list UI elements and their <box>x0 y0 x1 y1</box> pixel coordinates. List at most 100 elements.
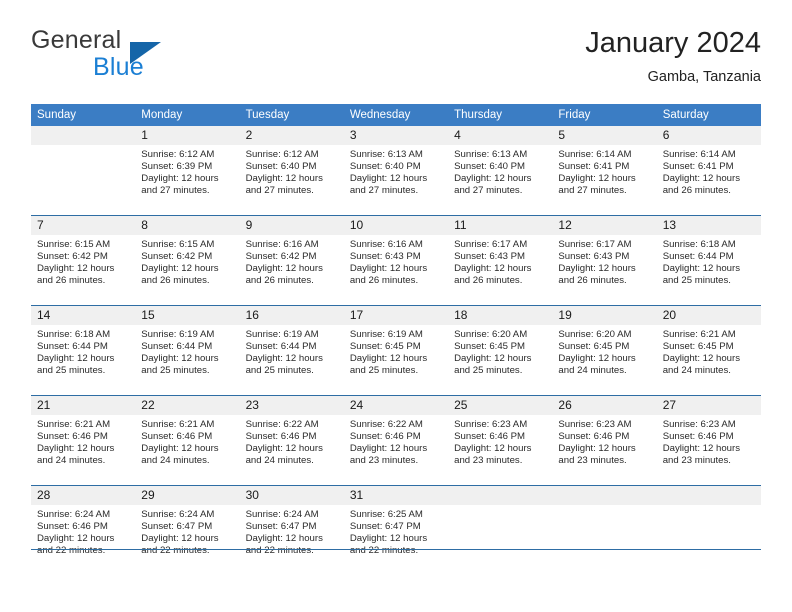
calendar-day-cell[interactable]: 8 Sunrise: 6:15 AM Sunset: 6:42 PM Daylight… <box>135 215 240 306</box>
calendar-day-cell-inner: 31 Sunrise: 6:25 AM Sunset: 6:47 PM Dayligh… <box>343 486 449 575</box>
calendar-day-number <box>448 486 553 505</box>
calendar-day-number: 4 <box>448 126 553 145</box>
calendar-day-cell-inner: 22 Sunrise: 6:21 AM Sunset: 6:46 PM Dayligh… <box>135 396 240 485</box>
calendar-day-cell[interactable]: 2 Sunrise: 6:12 AM Sunset: 6:40 PM Daylight… <box>239 126 344 216</box>
calendar-day-cell-inner: 25 Sunrise: 6:23 AM Sunset: 6:46 PM Dayligh… <box>448 396 553 485</box>
daylight-text-line1: Daylight: 12 hours <box>37 533 115 545</box>
daylight-text-line2: and 26 minutes. <box>141 275 210 287</box>
daylight-text-line1: Daylight: 12 hours <box>349 263 428 275</box>
calendar-week-row: 14 Sunrise: 6:18 AM Sunset: 6:44 PM Dayligh… <box>31 305 761 396</box>
sunrise-text: Sunrise: 6:22 AM <box>245 419 319 430</box>
calendar-day-details: Sunrise: 6:19 AM Sunset: 6:44 PM Daylight:… <box>240 325 344 377</box>
calendar-day-cell[interactable]: 4 Sunrise: 6:13 AM Sunset: 6:40 PM Daylight… <box>448 126 553 216</box>
general-blue-logo[interactable]: General Blue <box>31 28 161 80</box>
calendar-day-cell[interactable]: 25 Sunrise: 6:23 AM Sunset: 6:46 PM Dayligh… <box>448 395 553 486</box>
sunset-text: Sunset: 6:45 PM <box>662 341 734 353</box>
sunset-text: Sunset: 6:42 PM <box>37 251 108 263</box>
calendar-day-cell[interactable]: 20 Sunrise: 6:21 AM Sunset: 6:45 PM Dayligh… <box>656 305 761 396</box>
calendar-day-details: Sunrise: 6:23 AM Sunset: 6:46 PM Daylight:… <box>657 415 761 467</box>
sunset-text: Sunset: 6:43 PM <box>454 251 526 263</box>
sunset-text: Sunset: 6:39 PM <box>141 161 213 173</box>
daylight-text-line2: and 26 minutes. <box>454 275 523 287</box>
calendar-day-cell[interactable]: 7 Sunrise: 6:15 AM Sunset: 6:42 PM Daylight… <box>31 215 136 306</box>
daylight-text-line2: and 24 minutes. <box>141 455 210 467</box>
calendar-day-number: 10 <box>343 216 449 235</box>
calendar-day-cell[interactable]: 18 Sunrise: 6:20 AM Sunset: 6:45 PM Dayligh… <box>448 305 553 396</box>
daylight-text-line1: Daylight: 12 hours <box>245 263 323 275</box>
sunset-text: Sunset: 6:45 PM <box>349 341 421 353</box>
sunrise-text: Sunrise: 6:17 AM <box>454 239 528 250</box>
sunset-text: Sunset: 6:44 PM <box>141 341 213 353</box>
calendar-day-number: 19 <box>552 306 657 325</box>
calendar-day-number: 18 <box>448 306 553 325</box>
calendar-day-cell[interactable]: 24 Sunrise: 6:22 AM Sunset: 6:46 PM Dayligh… <box>343 395 449 486</box>
sunrise-text: Sunrise: 6:18 AM <box>662 239 736 250</box>
calendar-day-cell-inner: 6 Sunrise: 6:14 AM Sunset: 6:41 PM Daylight… <box>656 126 761 215</box>
daylight-text-line2: and 25 minutes. <box>141 365 210 377</box>
weekday-header-sunday: Sunday <box>31 104 136 126</box>
calendar-day-cell[interactable]: 10 Sunrise: 6:16 AM Sunset: 6:43 PM Dayligh… <box>343 215 449 306</box>
sunrise-text: Sunrise: 6:12 AM <box>245 149 319 160</box>
calendar-day-cell[interactable]: 21 Sunrise: 6:21 AM Sunset: 6:46 PM Dayligh… <box>31 395 136 486</box>
calendar-day-details: Sunrise: 6:21 AM Sunset: 6:46 PM Daylight:… <box>135 415 239 467</box>
calendar-day-cell[interactable]: 5 Sunrise: 6:14 AM Sunset: 6:41 PM Daylight… <box>552 126 657 216</box>
calendar-day-cell[interactable]: 1 Sunrise: 6:12 AM Sunset: 6:39 PM Daylight… <box>135 126 240 216</box>
calendar-day-cell[interactable]: 29 Sunrise: 6:24 AM Sunset: 6:47 PM Dayligh… <box>135 485 240 575</box>
calendar-day-cell[interactable]: 26 Sunrise: 6:23 AM Sunset: 6:46 PM Dayligh… <box>552 395 657 486</box>
calendar-day-cell[interactable]: 28 Sunrise: 6:24 AM Sunset: 6:46 PM Dayligh… <box>31 485 136 575</box>
calendar-day-cell[interactable]: 19 Sunrise: 6:20 AM Sunset: 6:45 PM Dayligh… <box>552 305 657 396</box>
calendar-day-cell[interactable]: 13 Sunrise: 6:18 AM Sunset: 6:44 PM Dayligh… <box>656 215 761 306</box>
sunrise-text: Sunrise: 6:21 AM <box>662 329 736 340</box>
calendar-day-cell[interactable]: 14 Sunrise: 6:18 AM Sunset: 6:44 PM Dayligh… <box>31 305 136 396</box>
calendar-day-cell[interactable]: 27 Sunrise: 6:23 AM Sunset: 6:46 PM Dayligh… <box>656 395 761 486</box>
calendar-day-number: 23 <box>239 396 344 415</box>
sunset-text: Sunset: 6:46 PM <box>454 431 526 443</box>
sunrise-text: Sunrise: 6:15 AM <box>37 239 111 250</box>
sunset-text: Sunset: 6:40 PM <box>245 161 317 173</box>
daylight-text-line1: Daylight: 12 hours <box>349 173 428 185</box>
calendar-page: General Blue January 2024 Gamba, Tanzani… <box>0 0 792 612</box>
calendar-day-cell[interactable]: 17 Sunrise: 6:19 AM Sunset: 6:45 PM Dayligh… <box>343 305 449 396</box>
calendar-day-number: 31 <box>343 486 449 505</box>
calendar-day-cell-inner: 29 Sunrise: 6:24 AM Sunset: 6:47 PM Dayligh… <box>135 486 240 575</box>
calendar-day-number: 5 <box>552 126 657 145</box>
daylight-text-line2: and 26 minutes. <box>245 275 314 287</box>
calendar-day-number: 22 <box>135 396 240 415</box>
weekday-header-monday: Monday <box>135 104 240 126</box>
calendar-day-cell-inner: 8 Sunrise: 6:15 AM Sunset: 6:42 PM Daylight… <box>135 216 240 305</box>
sunrise-text: Sunrise: 6:19 AM <box>141 329 215 340</box>
calendar-day-cell[interactable]: 12 Sunrise: 6:17 AM Sunset: 6:43 PM Dayligh… <box>552 215 657 306</box>
calendar-day-cell-inner: 2 Sunrise: 6:12 AM Sunset: 6:40 PM Daylight… <box>239 126 344 215</box>
sunset-text: Sunset: 6:42 PM <box>141 251 213 263</box>
calendar-day-cell[interactable]: 16 Sunrise: 6:19 AM Sunset: 6:44 PM Dayligh… <box>239 305 344 396</box>
calendar-day-cell[interactable]: 3 Sunrise: 6:13 AM Sunset: 6:40 PM Daylight… <box>343 126 449 216</box>
weekday-header-friday: Friday <box>552 104 657 126</box>
daylight-text-line2: and 25 minutes. <box>245 365 314 377</box>
sunrise-text: Sunrise: 6:22 AM <box>349 419 423 430</box>
calendar-day-cell-inner: 4 Sunrise: 6:13 AM Sunset: 6:40 PM Daylight… <box>448 126 553 215</box>
calendar-day-cell-inner: 18 Sunrise: 6:20 AM Sunset: 6:45 PM Dayligh… <box>448 306 553 395</box>
calendar-day-cell[interactable]: 22 Sunrise: 6:21 AM Sunset: 6:46 PM Dayligh… <box>135 395 240 486</box>
calendar-day-cell[interactable]: 9 Sunrise: 6:16 AM Sunset: 6:42 PM Daylight… <box>239 215 344 306</box>
weekday-header-thursday: Thursday <box>448 104 553 126</box>
daylight-text-line2: and 25 minutes. <box>662 275 731 287</box>
calendar-day-cell[interactable]: 11 Sunrise: 6:17 AM Sunset: 6:43 PM Dayligh… <box>448 215 553 306</box>
calendar-day-cell[interactable]: 31 Sunrise: 6:25 AM Sunset: 6:47 PM Dayligh… <box>343 485 449 575</box>
daylight-text-line2: and 27 minutes. <box>558 185 627 197</box>
calendar-day-cell[interactable]: 6 Sunrise: 6:14 AM Sunset: 6:41 PM Daylight… <box>656 126 761 216</box>
daylight-text-line2: and 27 minutes. <box>141 185 210 197</box>
calendar-day-details: Sunrise: 6:14 AM Sunset: 6:41 PM Daylight:… <box>552 145 656 197</box>
sunrise-text: Sunrise: 6:19 AM <box>245 329 319 340</box>
calendar-day-cell[interactable]: 30 Sunrise: 6:24 AM Sunset: 6:47 PM Dayligh… <box>239 485 344 575</box>
calendar-day-cell[interactable]: 23 Sunrise: 6:22 AM Sunset: 6:46 PM Dayligh… <box>239 395 344 486</box>
sunrise-text: Sunrise: 6:17 AM <box>558 239 632 250</box>
calendar-day-cell-inner: 30 Sunrise: 6:24 AM Sunset: 6:47 PM Dayligh… <box>239 486 344 575</box>
calendar-day-cell[interactable]: 15 Sunrise: 6:19 AM Sunset: 6:44 PM Dayligh… <box>135 305 240 396</box>
sunset-text: Sunset: 6:42 PM <box>245 251 317 263</box>
daylight-text-line1: Daylight: 12 hours <box>141 443 219 455</box>
calendar-day-cell-inner: 3 Sunrise: 6:13 AM Sunset: 6:40 PM Daylight… <box>343 126 449 215</box>
daylight-text-line2: and 26 minutes. <box>662 185 731 197</box>
calendar-day-number: 29 <box>135 486 240 505</box>
daylight-text-line2: and 25 minutes. <box>349 365 419 377</box>
calendar-day-number: 24 <box>343 396 449 415</box>
